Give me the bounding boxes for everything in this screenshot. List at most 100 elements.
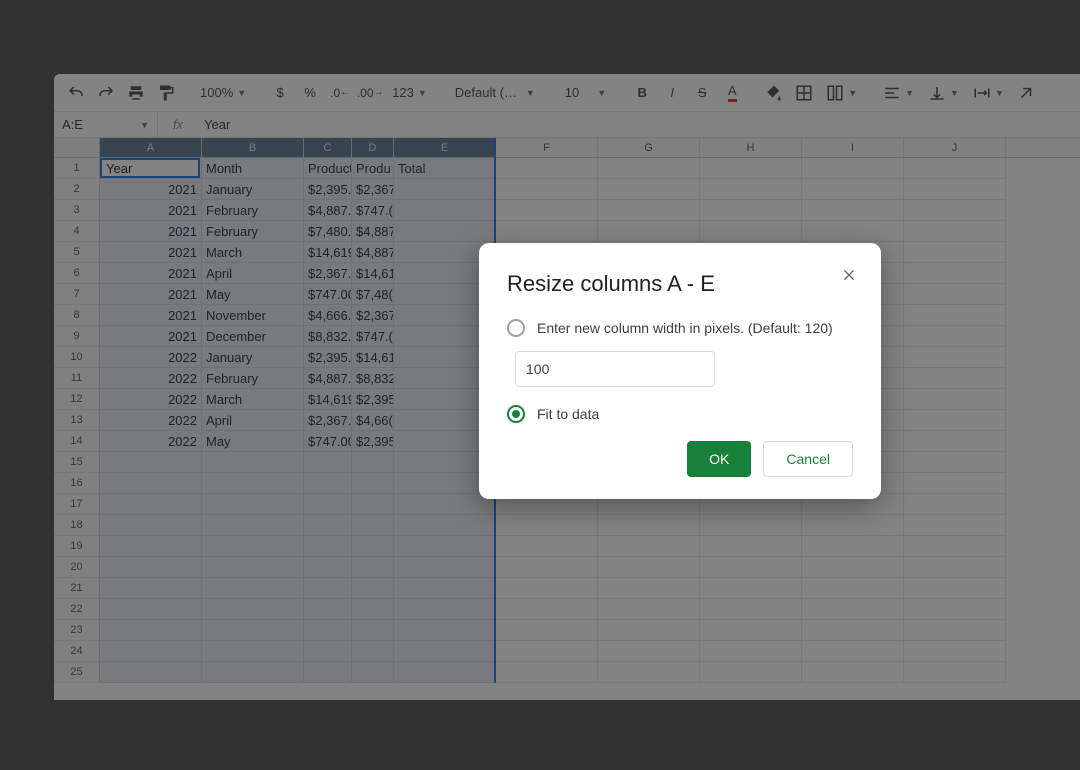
- row-header[interactable]: 3: [54, 200, 100, 221]
- cell[interactable]: [700, 536, 802, 557]
- cell[interactable]: [100, 515, 202, 536]
- cell[interactable]: [352, 578, 394, 599]
- row-header[interactable]: 17: [54, 494, 100, 515]
- cell[interactable]: [802, 641, 904, 662]
- cell[interactable]: [352, 536, 394, 557]
- cell[interactable]: [598, 557, 700, 578]
- cell[interactable]: $4,887.(: [304, 200, 352, 221]
- strikethrough-button[interactable]: S: [688, 79, 716, 107]
- cell[interactable]: [100, 557, 202, 578]
- cell[interactable]: [598, 221, 700, 242]
- cell[interactable]: March: [202, 389, 304, 410]
- cell[interactable]: $2,395.!: [304, 347, 352, 368]
- cell[interactable]: [904, 410, 1006, 431]
- cell[interactable]: $4,887: [352, 221, 394, 242]
- column-header-j[interactable]: J: [904, 138, 1006, 157]
- cell[interactable]: $4,666.(: [304, 305, 352, 326]
- cell[interactable]: [202, 599, 304, 620]
- cell[interactable]: [802, 536, 904, 557]
- cell[interactable]: [700, 662, 802, 683]
- row-header[interactable]: 12: [54, 389, 100, 410]
- cell[interactable]: $8,832: [352, 368, 394, 389]
- cell[interactable]: [904, 620, 1006, 641]
- undo-button[interactable]: [62, 79, 90, 107]
- cell[interactable]: [100, 620, 202, 641]
- cell[interactable]: $4,887: [352, 242, 394, 263]
- cell[interactable]: [904, 326, 1006, 347]
- cell[interactable]: [802, 179, 904, 200]
- cell[interactable]: [304, 494, 352, 515]
- cell[interactable]: [904, 557, 1006, 578]
- row-header[interactable]: 19: [54, 536, 100, 557]
- cell[interactable]: [802, 515, 904, 536]
- cell[interactable]: [904, 368, 1006, 389]
- cell[interactable]: March: [202, 242, 304, 263]
- cell[interactable]: $747.00: [304, 284, 352, 305]
- horizontal-align-dropdown[interactable]: ▼: [877, 79, 920, 107]
- font-size-dropdown[interactable]: 10▼: [557, 79, 614, 107]
- row-header[interactable]: 6: [54, 263, 100, 284]
- cell[interactable]: [304, 515, 352, 536]
- cell[interactable]: $7,480.!: [304, 221, 352, 242]
- cell[interactable]: November: [202, 305, 304, 326]
- cell[interactable]: [394, 536, 496, 557]
- row-header[interactable]: 10: [54, 347, 100, 368]
- cell[interactable]: Year: [100, 158, 202, 179]
- cell[interactable]: [394, 515, 496, 536]
- cell[interactable]: [496, 200, 598, 221]
- row-header[interactable]: 21: [54, 578, 100, 599]
- option-fit-to-data[interactable]: Fit to data: [507, 405, 853, 423]
- cell[interactable]: [802, 221, 904, 242]
- cell[interactable]: [394, 179, 496, 200]
- column-header-h[interactable]: H: [700, 138, 802, 157]
- cell[interactable]: [202, 473, 304, 494]
- cell[interactable]: [304, 599, 352, 620]
- cell[interactable]: $4,887.(: [304, 368, 352, 389]
- column-header-b[interactable]: B: [202, 138, 304, 157]
- cell[interactable]: [598, 179, 700, 200]
- cell[interactable]: $2,367.(: [304, 263, 352, 284]
- dialog-close-button[interactable]: [835, 261, 863, 289]
- cell[interactable]: [304, 641, 352, 662]
- cell[interactable]: [304, 536, 352, 557]
- cell[interactable]: $2,367.(: [304, 410, 352, 431]
- cell[interactable]: [700, 158, 802, 179]
- cell[interactable]: [904, 389, 1006, 410]
- cell[interactable]: 2022: [100, 431, 202, 452]
- paint-format-button[interactable]: [152, 79, 180, 107]
- merge-cells-dropdown[interactable]: ▼: [820, 79, 863, 107]
- column-width-input[interactable]: [515, 351, 715, 387]
- cell[interactable]: April: [202, 263, 304, 284]
- cell[interactable]: May: [202, 431, 304, 452]
- row-header[interactable]: 9: [54, 326, 100, 347]
- increase-decimal-button[interactable]: .00→: [356, 79, 384, 107]
- cell[interactable]: [202, 662, 304, 683]
- cell[interactable]: [304, 452, 352, 473]
- borders-button[interactable]: [790, 79, 818, 107]
- cell[interactable]: [352, 641, 394, 662]
- cell[interactable]: [700, 578, 802, 599]
- cell[interactable]: [904, 284, 1006, 305]
- row-header[interactable]: 23: [54, 620, 100, 641]
- cell[interactable]: [202, 578, 304, 599]
- zoom-dropdown[interactable]: 100%▼: [194, 79, 252, 107]
- cell[interactable]: [802, 158, 904, 179]
- row-header[interactable]: 14: [54, 431, 100, 452]
- row-header[interactable]: 24: [54, 641, 100, 662]
- cell[interactable]: [496, 599, 598, 620]
- cell[interactable]: 2021: [100, 242, 202, 263]
- cell[interactable]: [304, 473, 352, 494]
- cell[interactable]: [700, 221, 802, 242]
- cell[interactable]: $14,61: [352, 347, 394, 368]
- cell[interactable]: [496, 641, 598, 662]
- cell[interactable]: 2021: [100, 179, 202, 200]
- radio-enter-pixels[interactable]: [507, 319, 525, 337]
- cell[interactable]: 2021: [100, 221, 202, 242]
- cell[interactable]: $747.00: [304, 431, 352, 452]
- cell[interactable]: [100, 599, 202, 620]
- cell[interactable]: [394, 557, 496, 578]
- cell[interactable]: [904, 452, 1006, 473]
- fill-color-button[interactable]: [760, 79, 788, 107]
- cell[interactable]: [598, 599, 700, 620]
- cell[interactable]: Produ: [352, 158, 394, 179]
